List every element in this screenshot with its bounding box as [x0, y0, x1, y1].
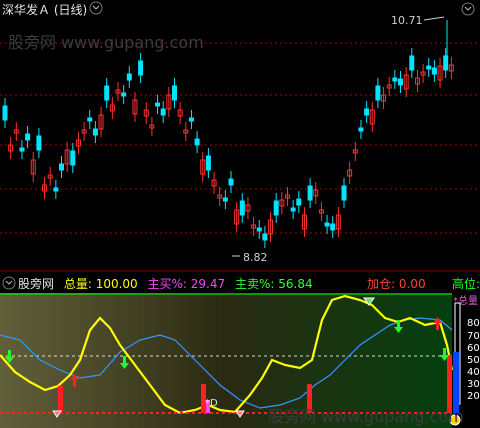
candle-body	[2, 105, 8, 121]
candle-body	[375, 85, 381, 101]
candle-body	[358, 127, 364, 132]
candle-body	[104, 85, 110, 101]
scale-tick: 20	[467, 391, 480, 402]
max-price-label: 10.71	[391, 14, 423, 27]
candle-body	[324, 222, 330, 227]
candle-body	[330, 223, 336, 231]
total-value: 总量: 100.00	[63, 277, 138, 291]
title-collapse-icon[interactable]	[89, 1, 103, 15]
scale-tick: 40	[467, 367, 480, 378]
candle-body	[239, 200, 245, 216]
candle-body	[70, 150, 76, 166]
candle-body	[426, 65, 432, 70]
add-position-value: 加仓: 0.00	[367, 277, 426, 291]
watermark-bottom: 股旁网 www.gupang.com	[268, 407, 464, 426]
scale-tick: 50	[467, 355, 480, 366]
candle-body	[25, 133, 31, 141]
collapse-icon[interactable]	[461, 2, 475, 16]
candle-body	[138, 60, 144, 76]
candle-body	[228, 178, 234, 186]
candle-body	[256, 227, 262, 232]
chart-canvas	[0, 1, 480, 428]
candle-body	[59, 163, 64, 171]
min-price-label: 8.82	[243, 251, 268, 264]
candle-body	[92, 128, 98, 136]
watermark-top: 股旁网 www.gupang.com	[8, 33, 204, 52]
main-buy-value: 主买%: 29.47	[147, 277, 226, 291]
candle-body	[398, 78, 403, 86]
candlestick-series	[2, 20, 454, 248]
indicator-header: 股旁网 总量: 100.00 主买%: 29.47 主卖%: 56.84	[18, 275, 319, 292]
d-marker-label: *D	[205, 398, 218, 409]
candle-body	[194, 138, 200, 146]
scale-tick: 70	[467, 331, 480, 342]
candle-body	[273, 200, 279, 216]
candle-body	[431, 67, 437, 75]
candle-body	[409, 55, 415, 71]
candle-body	[290, 207, 296, 212]
candle-body	[392, 77, 398, 82]
candle-body	[160, 108, 166, 116]
scale-tick: 30	[467, 379, 480, 390]
candle-body	[121, 92, 127, 97]
candle-body	[222, 197, 228, 202]
candle-body	[53, 187, 59, 192]
candle-body	[296, 198, 302, 206]
candle-body	[341, 185, 347, 201]
candle-body	[19, 147, 25, 152]
main-sell-value: 主卖%: 56.84	[234, 277, 313, 291]
high-position-label: 高位:	[452, 277, 480, 291]
candle-body	[188, 117, 194, 122]
candle-body	[155, 102, 161, 107]
red-bar	[58, 386, 63, 413]
max-price-pointer	[423, 16, 445, 21]
candle-body	[172, 85, 177, 101]
window-title: 深华发Ａ (日线)	[2, 3, 88, 17]
indicator-collapse-icon[interactable]	[2, 276, 16, 290]
candle-body	[205, 155, 211, 171]
candle-body	[87, 117, 93, 122]
candle-body	[126, 73, 132, 81]
indicator-name[interactable]: 股旁网	[18, 277, 54, 291]
candle-body	[307, 185, 313, 201]
candle-body	[364, 108, 370, 116]
total-legend: *总量	[453, 296, 478, 307]
candle-body	[262, 233, 268, 241]
scale-tick: 60	[467, 343, 480, 354]
scale-tick: 80	[467, 318, 480, 329]
candle-body	[36, 135, 42, 151]
